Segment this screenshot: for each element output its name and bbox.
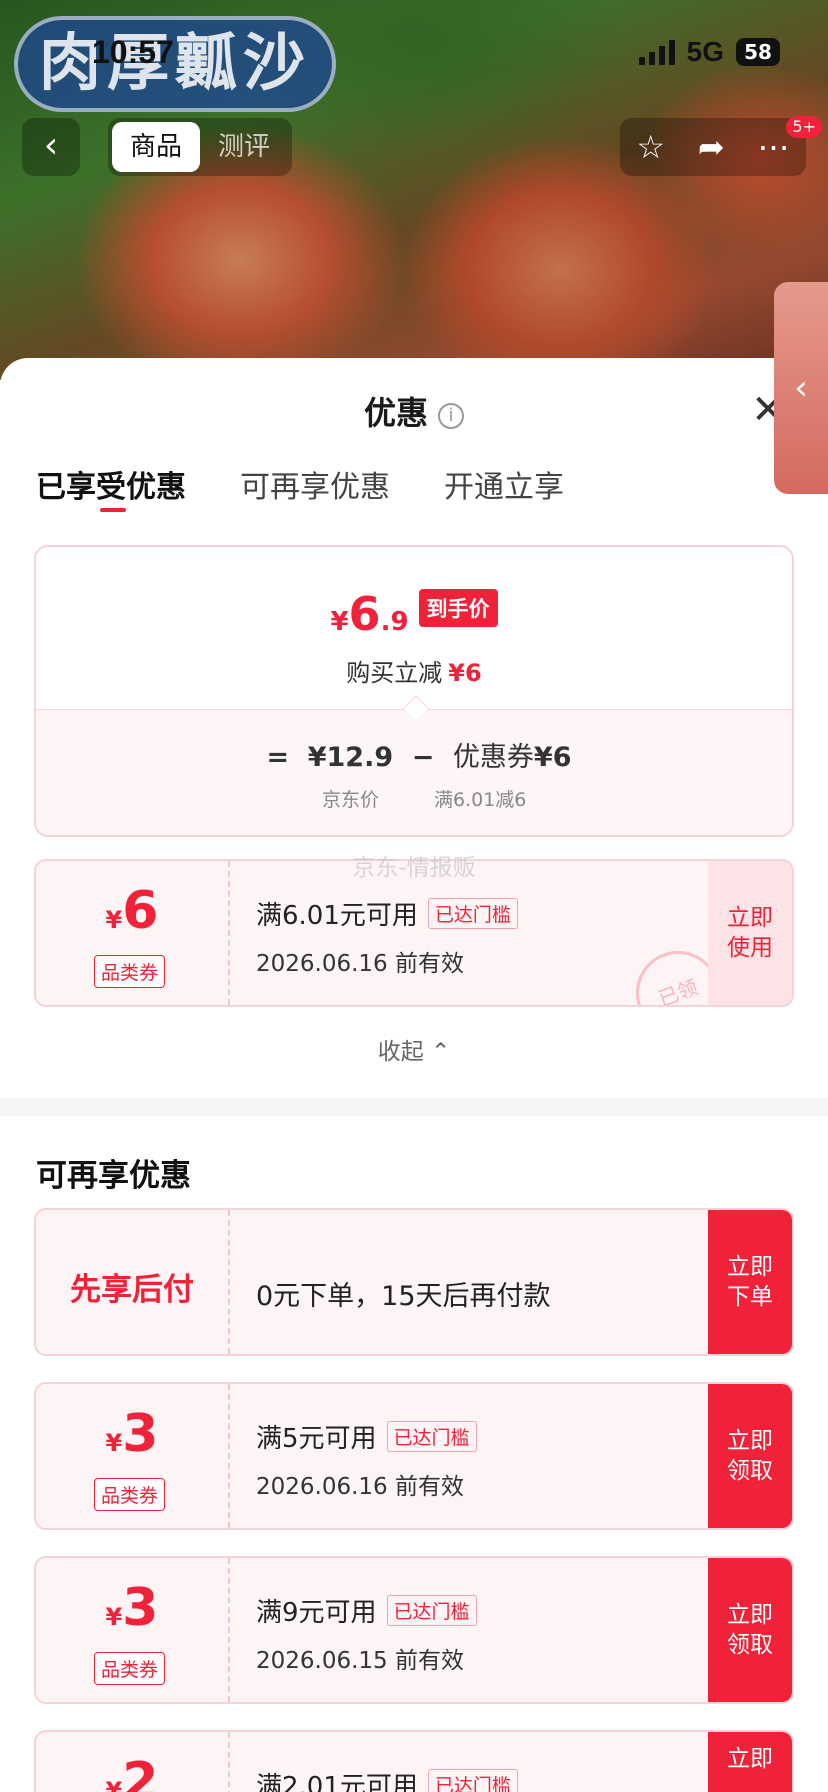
section-title: 可再享优惠 <box>36 1158 191 1194</box>
instant-discount: 购买立减 ¥6 <box>346 659 482 687</box>
message-badge: 5+ <box>786 116 822 138</box>
final-price-tag: 到手价 <box>418 589 498 627</box>
coupon-condition: 满5元可用 <box>256 1424 377 1454</box>
use-now-button[interactable]: 立即使用 <box>708 861 792 1005</box>
jd-price: ¥12.9 <box>307 742 394 773</box>
threshold-badge: 已达门槛 <box>386 1595 477 1626</box>
coupon-condition: 满6.01元可用 <box>256 901 418 931</box>
coupon-type: 品类券 <box>94 955 166 988</box>
side-drawer-handle[interactable]: ‹ <box>774 282 828 494</box>
battery-icon: 58 <box>736 38 780 66</box>
coupon-rule: 满6.01减6 <box>434 789 527 811</box>
tab-review[interactable]: 测评 <box>200 122 288 172</box>
coupon-condition: 满2.01元可用 <box>256 1772 418 1792</box>
chevron-left-icon: ‹ <box>43 125 59 166</box>
coupon-type: 品类券 <box>94 1652 166 1685</box>
final-price: ¥6.9 到手价 <box>36 587 792 641</box>
threshold-badge: 已达门槛 <box>386 1421 477 1452</box>
offer-coupon: ¥3 品类券 满9元可用 已达门槛 2026.06.15 前有效 立即领取 <box>34 1556 794 1704</box>
offer-coupon: ¥3 品类券 满5元可用 已达门槛 2026.06.16 前有效 立即领取 <box>34 1382 794 1530</box>
chevron-left-icon: ‹ <box>794 368 808 408</box>
threshold-badge: 已达门槛 <box>427 898 518 929</box>
coupon-expiry: 2026.06.15 前有效 <box>256 1648 464 1674</box>
more-icon[interactable]: ⋯ <box>758 128 790 166</box>
order-now-button[interactable]: 立即下单 <box>708 1210 792 1354</box>
coupon-amount: ¥2 <box>105 1752 159 1792</box>
discount-sheet: 优惠 i ✕ 已享受优惠 可再享优惠 开通立享 ¥6.9 到手价 购买立减 ¥6 = … <box>0 358 828 1792</box>
nav-actions: ☆ ➦ ⋯ <box>620 118 806 176</box>
tab-applied-discounts[interactable]: 已享受优惠 <box>36 462 186 512</box>
sheet-title: 优惠 i <box>0 388 828 434</box>
product-logo: 肉厚瓤沙 <box>14 16 336 112</box>
price-formula: = ¥12.9 − 优惠券¥6 <box>266 742 572 773</box>
watermark: 京东-情报贩 <box>352 855 476 881</box>
chevron-up-icon: ⌃ <box>431 1039 451 1065</box>
claim-now-button[interactable]: 立即 <box>708 1732 792 1792</box>
status-indicators: 5G 58 <box>638 36 780 68</box>
coupon-expiry: 2026.06.16 前有效 <box>256 1474 464 1500</box>
share-icon[interactable]: ➦ <box>698 128 725 166</box>
pay-later-label: 先享后付 <box>70 1272 194 1308</box>
price-summary-card: ¥6.9 到手价 购买立减 ¥6 = ¥12.9 − 优惠券¥6 京东价 满6.01… <box>34 545 794 837</box>
star-icon[interactable]: ☆ <box>636 128 665 166</box>
tab-product[interactable]: 商品 <box>112 122 201 172</box>
info-icon[interactable]: i <box>438 403 464 429</box>
pay-later-desc: 0元下单，15天后再付款 <box>256 1281 551 1312</box>
coupon-condition: 满9元可用 <box>256 1598 377 1628</box>
discount-tabs: 已享受优惠 可再享优惠 开通立享 <box>36 462 564 512</box>
signal-icon <box>638 39 675 65</box>
tab-more-discounts[interactable]: 可再享优惠 <box>240 462 390 506</box>
coupon-amount: ¥3 <box>105 1404 159 1464</box>
claim-now-button[interactable]: 立即领取 <box>708 1558 792 1702</box>
offer-pay-later: 先享后付 0元下单，15天后再付款 立即下单 <box>34 1208 794 1356</box>
claim-now-button[interactable]: 立即领取 <box>708 1384 792 1528</box>
threshold-badge: 已达门槛 <box>427 1769 518 1792</box>
coupon-expiry: 2026.06.16 前有效 <box>256 951 464 977</box>
coupon-amount: ¥6 <box>105 881 159 941</box>
status-time: 10:57 <box>92 34 174 70</box>
coupon-type: 品类券 <box>94 1478 166 1511</box>
collapse-button[interactable]: 收起 ⌃ <box>0 1032 828 1066</box>
offer-coupon: ¥2 满2.01元可用 已达门槛 立即 <box>34 1730 794 1792</box>
coupon-amount: ¥3 <box>105 1578 159 1638</box>
product-nav-tabs: 商品 测评 <box>108 118 293 176</box>
jd-price-label: 京东价 <box>322 789 380 811</box>
network-label: 5G <box>686 36 724 67</box>
tab-activate-discounts[interactable]: 开通立享 <box>444 462 564 506</box>
back-button[interactable]: ‹ <box>22 118 80 176</box>
